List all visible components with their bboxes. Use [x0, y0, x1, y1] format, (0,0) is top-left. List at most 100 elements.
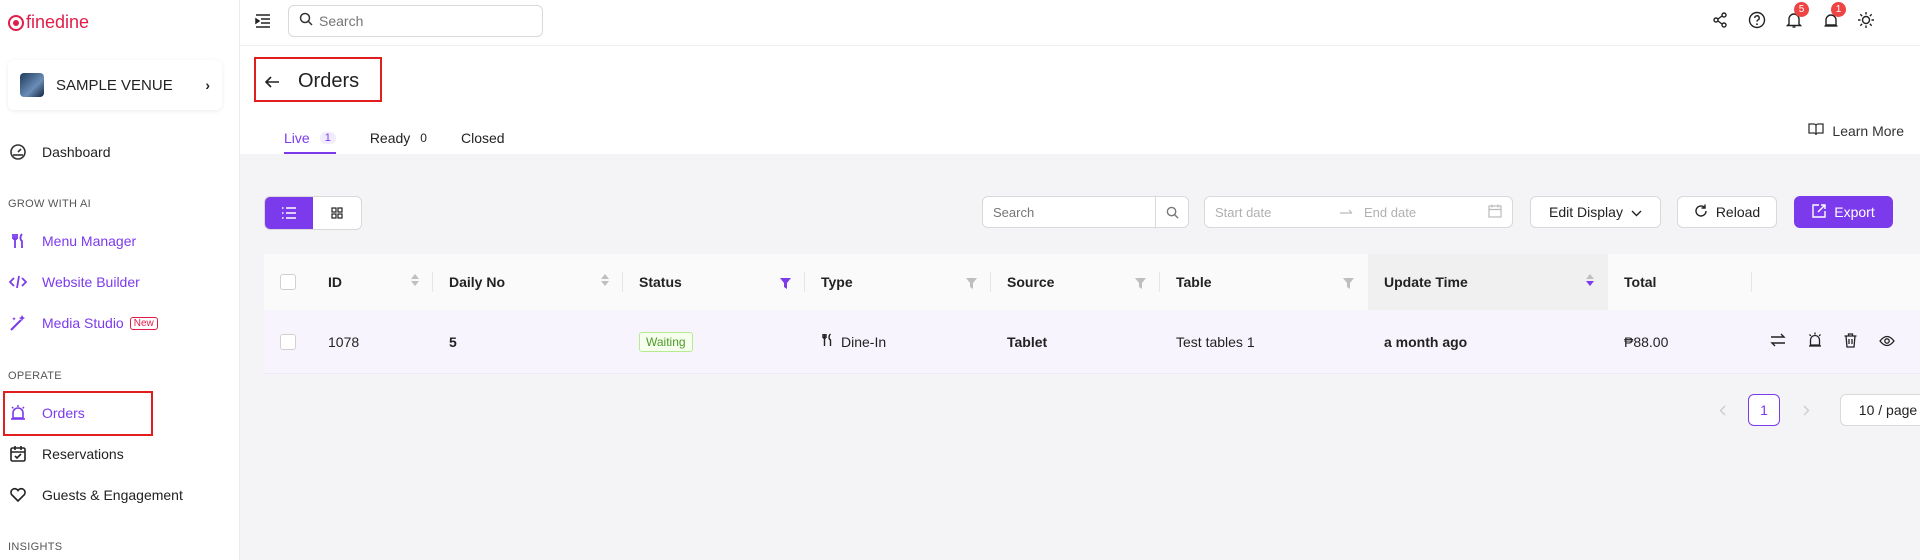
venue-thumbnail: [20, 73, 44, 97]
view-eye-icon[interactable]: [1879, 334, 1895, 350]
column-label: Total: [1624, 274, 1657, 290]
row-actions: [1752, 332, 1895, 351]
start-date-field[interactable]: Start date: [1215, 205, 1340, 220]
sidebar-item-label: Dashboard: [42, 144, 111, 160]
export-button[interactable]: Export: [1794, 196, 1893, 228]
cell-type: Dine-In: [805, 310, 991, 374]
table-row[interactable]: 1078 5 Waiting Dine-In Tablet Test table…: [264, 310, 1920, 374]
fork-knife-icon: [8, 231, 28, 251]
table-search-input[interactable]: [983, 197, 1155, 227]
status-badge: Waiting: [639, 331, 693, 352]
notifications-count-badge: 5: [1794, 2, 1809, 17]
column-header-id[interactable]: ID: [312, 254, 433, 310]
sort-icon[interactable]: [601, 274, 609, 286]
row-select-cell: [264, 310, 312, 374]
notifications-bell-icon[interactable]: 5: [1784, 2, 1809, 30]
column-label: Update Time: [1384, 274, 1468, 290]
column-label: Status: [639, 274, 682, 290]
edit-display-label: Edit Display: [1549, 204, 1623, 220]
order-tabs: Live 1 Ready 0 Closed: [284, 122, 505, 154]
tab-live[interactable]: Live 1: [284, 122, 336, 154]
edit-display-button[interactable]: Edit Display: [1530, 196, 1661, 228]
sidebar-item-website-builder[interactable]: Website Builder: [0, 264, 240, 300]
section-insights: INSIGHTS: [8, 541, 63, 553]
sidebar-item-reservations[interactable]: Reservations: [0, 436, 240, 472]
sidebar: finedine SAMPLE VENUE › Dashboard GROW W…: [0, 0, 240, 560]
cell-update-time: a month ago: [1384, 333, 1468, 350]
column-header-status[interactable]: Status: [623, 254, 805, 310]
end-date-field[interactable]: End date: [1364, 205, 1488, 220]
sidebar-item-label: Website Builder: [42, 274, 140, 290]
grid-view-icon[interactable]: [313, 197, 361, 229]
help-icon[interactable]: [1747, 10, 1767, 30]
column-header-type[interactable]: Type: [805, 254, 991, 310]
cell-status: Waiting: [623, 310, 805, 374]
sidebar-item-menu-manager[interactable]: Menu Manager: [0, 223, 240, 259]
brand-name: finedine: [26, 12, 90, 32]
share-icon[interactable]: [1710, 10, 1730, 30]
search-icon: [299, 12, 313, 31]
list-view-icon[interactable]: [265, 197, 313, 229]
search-icon[interactable]: [1155, 197, 1188, 227]
cell-total: ₱88.00: [1624, 333, 1669, 350]
filter-active-icon[interactable]: [780, 276, 791, 292]
global-search-input[interactable]: [319, 13, 519, 29]
column-label: Table: [1176, 274, 1212, 290]
filter-icon[interactable]: [1343, 276, 1354, 292]
sort-desc-icon[interactable]: [1586, 274, 1594, 286]
column-header-daily-no[interactable]: Daily No: [433, 254, 623, 310]
venue-name: SAMPLE VENUE: [56, 76, 173, 94]
tab-label: Ready: [369, 130, 411, 146]
column-header-total[interactable]: Total: [1608, 254, 1752, 310]
column-header-update-time[interactable]: Update Time: [1368, 254, 1608, 310]
sort-icon[interactable]: [411, 274, 419, 286]
reload-label: Reload: [1715, 204, 1761, 220]
theme-sun-icon[interactable]: [1856, 10, 1876, 30]
sidebar-item-guests[interactable]: Guests & Engagement: [0, 477, 240, 513]
code-icon: [8, 272, 28, 292]
row-checkbox[interactable]: [280, 333, 296, 350]
brand-logo[interactable]: finedine: [8, 12, 89, 33]
global-search[interactable]: [288, 5, 543, 37]
calendar-icon: [1488, 204, 1502, 221]
delete-icon[interactable]: [1844, 332, 1857, 351]
cell-daily-no: 5: [449, 333, 457, 350]
cell-id: 1078: [328, 333, 360, 350]
section-grow-with-ai: GROW WITH AI: [8, 198, 92, 210]
select-all-checkbox[interactable]: [280, 274, 296, 290]
bell-alarm-icon[interactable]: [1808, 332, 1822, 351]
column-label: Type: [821, 274, 853, 290]
export-icon: [1812, 203, 1826, 221]
next-page-chevron-icon[interactable]: [1796, 394, 1816, 426]
tab-ready[interactable]: Ready 0: [370, 122, 427, 154]
learn-more-link[interactable]: Learn More: [1808, 122, 1904, 139]
arrow-right-icon: [1340, 205, 1364, 220]
sidebar-item-label: Guests & Engagement: [42, 487, 183, 503]
export-label: Export: [1834, 204, 1875, 220]
column-label: ID: [328, 274, 342, 290]
date-range-picker[interactable]: Start date End date: [1204, 196, 1513, 228]
column-divider: [1751, 272, 1752, 292]
page-number-current[interactable]: 1: [1748, 394, 1780, 426]
prev-page-chevron-icon[interactable]: [1712, 394, 1732, 426]
page-header: Orders Live 1 Ready 0 Closed Learn More: [240, 46, 1920, 154]
table-header: ID Daily No Status Type Source Table Upd…: [264, 254, 1920, 310]
collapse-menu-icon[interactable]: [254, 12, 272, 30]
page-size-select[interactable]: 10 / page: [1840, 394, 1920, 426]
orders-alert-icon[interactable]: 1: [1821, 2, 1846, 30]
venue-selector[interactable]: SAMPLE VENUE ›: [8, 60, 222, 110]
book-icon: [1808, 122, 1825, 139]
highlight-box-title: [254, 57, 382, 102]
column-header-table[interactable]: Table: [1160, 254, 1368, 310]
section-operate: OPERATE: [8, 370, 62, 382]
column-header-source[interactable]: Source: [991, 254, 1160, 310]
sidebar-item-dashboard[interactable]: Dashboard: [0, 134, 240, 170]
transfer-icon[interactable]: [1770, 333, 1786, 350]
sidebar-item-media-studio[interactable]: Media Studio New: [0, 305, 240, 341]
reload-button[interactable]: Reload: [1677, 196, 1777, 228]
tab-closed[interactable]: Closed: [461, 122, 505, 154]
select-all-cell: [264, 254, 312, 310]
filter-icon[interactable]: [1135, 276, 1146, 292]
filter-icon[interactable]: [966, 276, 977, 292]
dine-in-icon: [821, 333, 833, 350]
